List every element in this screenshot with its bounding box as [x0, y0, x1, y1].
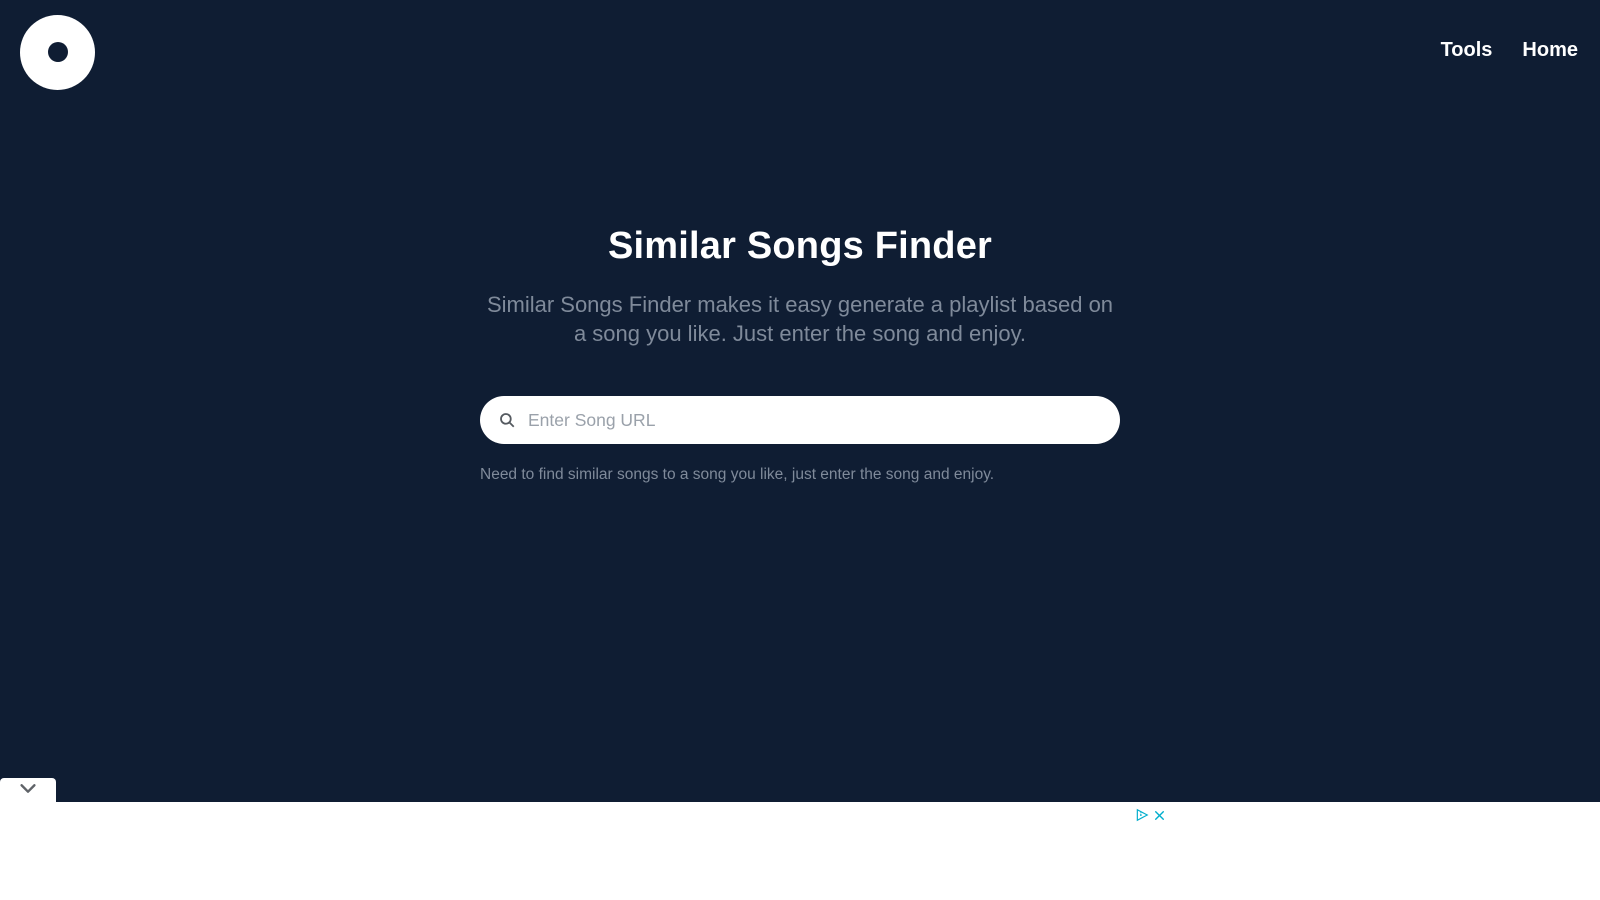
song-url-input[interactable]	[516, 410, 1102, 431]
chevron-down-icon	[17, 777, 39, 804]
nav-tools[interactable]: Tools	[1441, 39, 1493, 62]
nav-home[interactable]: Home	[1522, 39, 1578, 62]
adchoices-icon[interactable]	[1135, 808, 1149, 822]
ad-collapse-button[interactable]	[0, 778, 56, 802]
site-logo[interactable]	[20, 15, 95, 90]
top-nav: Tools Home	[1441, 39, 1578, 62]
ad-close-button[interactable]	[1153, 809, 1166, 822]
search-hint: Need to find similar songs to a song you…	[480, 466, 1120, 484]
header: Tools Home	[0, 0, 1600, 100]
logo-dot	[48, 42, 68, 62]
ad-controls	[1135, 808, 1166, 822]
search-box[interactable]	[480, 396, 1120, 444]
main-content: Similar Songs Finder Similar Songs Finde…	[480, 225, 1120, 484]
ad-banner	[0, 802, 1600, 900]
page-subtitle: Similar Songs Finder makes it easy gener…	[480, 290, 1120, 348]
page-title: Similar Songs Finder	[480, 225, 1120, 268]
search-icon	[498, 411, 516, 429]
